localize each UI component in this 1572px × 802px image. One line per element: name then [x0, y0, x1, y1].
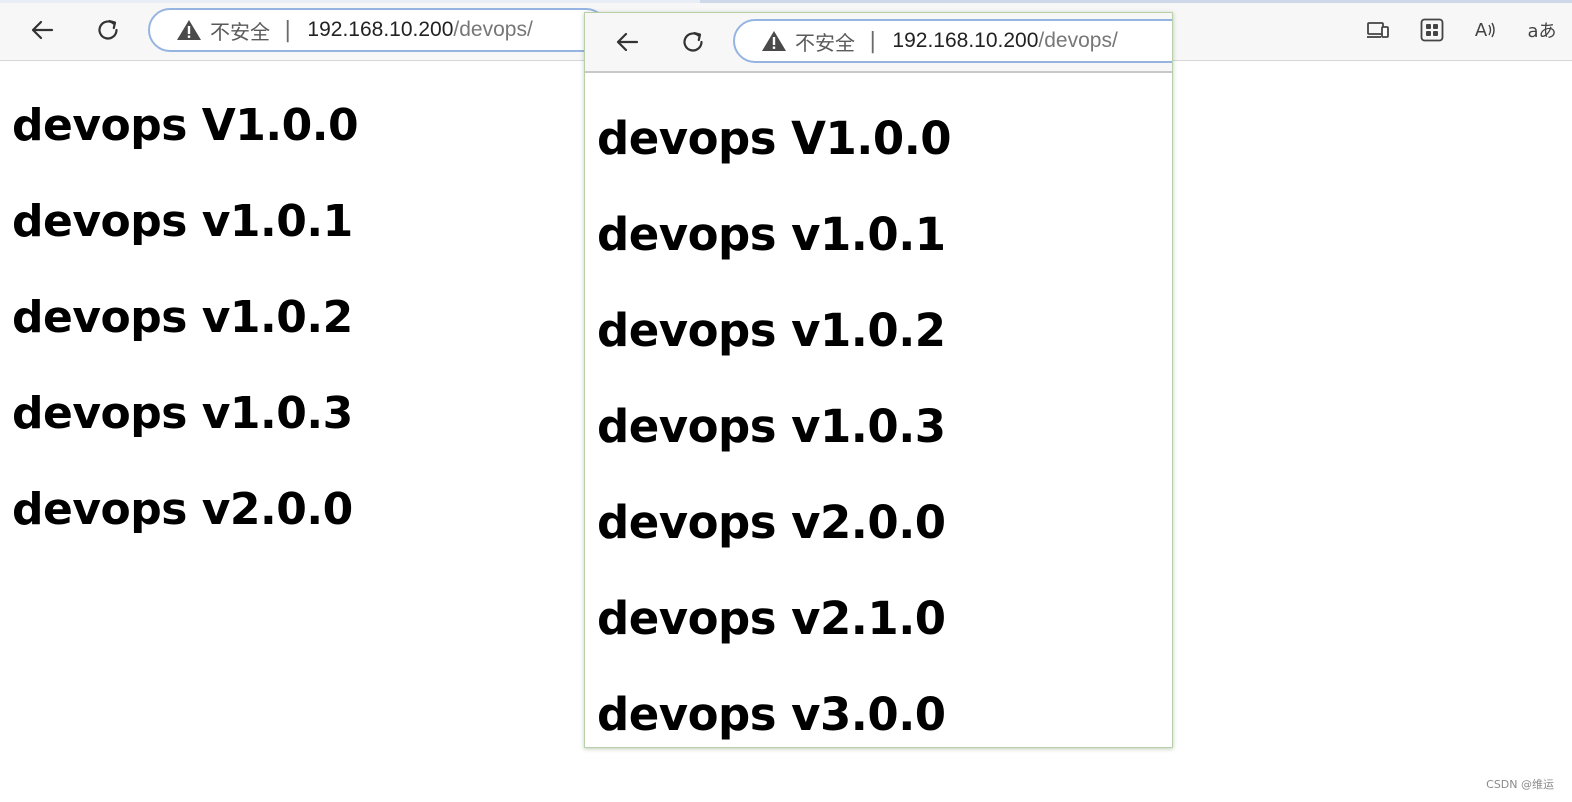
version-heading: devops v1.0.3 — [597, 400, 946, 453]
address-separator: | — [284, 17, 292, 43]
back-button[interactable] — [609, 24, 645, 60]
version-heading: devops v1.0.1 — [597, 208, 946, 261]
version-heading: devops V1.0.0 — [597, 112, 952, 165]
url-path: /devops/ — [1038, 29, 1118, 52]
address-bar[interactable]: 不安全 | 192.168.10.200/devops/ — [148, 8, 608, 52]
read-aloud-button[interactable]: A — [1468, 12, 1504, 48]
foreground-toolbar: 不安全 | 192.168.10.200/devops/ — [585, 13, 1172, 73]
translate-button[interactable]: aあ — [1520, 12, 1564, 48]
refresh-icon — [683, 31, 703, 52]
watermark: CSDN @维运 — [1486, 778, 1554, 791]
toolbar-actions: A aあ — [1356, 12, 1566, 48]
back-arrow-icon — [616, 32, 639, 52]
url-path: /devops/ — [453, 18, 533, 41]
version-heading: devops v1.0.2 — [12, 292, 353, 343]
security-status[interactable]: 不安全 — [210, 16, 270, 45]
back-button[interactable] — [24, 12, 60, 48]
screen: 不安全 | 192.168.10.200/devops/ A aあ devops… — [0, 0, 1572, 802]
tab-strip-edge — [0, 0, 1572, 3]
version-heading: devops v2.0.0 — [597, 496, 946, 549]
address-separator: | — [869, 28, 877, 54]
warning-icon — [762, 31, 786, 51]
refresh-icon — [98, 19, 118, 40]
background-page-content: devops V1.0.0 devops v1.0.1 devops v1.0.… — [12, 96, 359, 576]
version-heading: devops V1.0.0 — [12, 100, 359, 151]
version-heading: devops v3.0.0 — [597, 688, 946, 741]
version-heading: devops v1.0.3 — [12, 388, 353, 439]
version-heading: devops v1.0.1 — [12, 196, 353, 247]
address-bar[interactable]: 不安全 | 192.168.10.200/devops/ — [733, 19, 1172, 63]
url-host: 192.168.10.200 — [892, 29, 1039, 52]
foreground-browser-window[interactable]: 不安全 | 192.168.10.200/devops/ devops V1.0… — [584, 12, 1173, 748]
devices-button[interactable] — [1360, 12, 1396, 48]
refresh-button[interactable] — [90, 12, 126, 48]
apps-button[interactable] — [1414, 12, 1450, 48]
translate-icon: aあ — [1527, 21, 1557, 42]
devices-icon — [1367, 22, 1389, 38]
version-heading: devops v2.0.0 — [12, 484, 353, 535]
back-arrow-icon — [31, 20, 54, 40]
refresh-button[interactable] — [675, 24, 711, 60]
version-heading: devops v1.0.2 — [597, 304, 946, 357]
read-aloud-icon: A — [1474, 19, 1488, 41]
sound-waves-icon — [1488, 22, 1495, 38]
foreground-page-content: devops V1.0.0 devops v1.0.1 devops v1.0.… — [597, 109, 952, 747]
security-status[interactable]: 不安全 — [795, 27, 855, 56]
apps-grid-icon — [1420, 18, 1444, 42]
warning-icon — [177, 20, 201, 40]
version-heading: devops v2.1.0 — [597, 592, 946, 645]
url-host: 192.168.10.200 — [307, 18, 454, 41]
